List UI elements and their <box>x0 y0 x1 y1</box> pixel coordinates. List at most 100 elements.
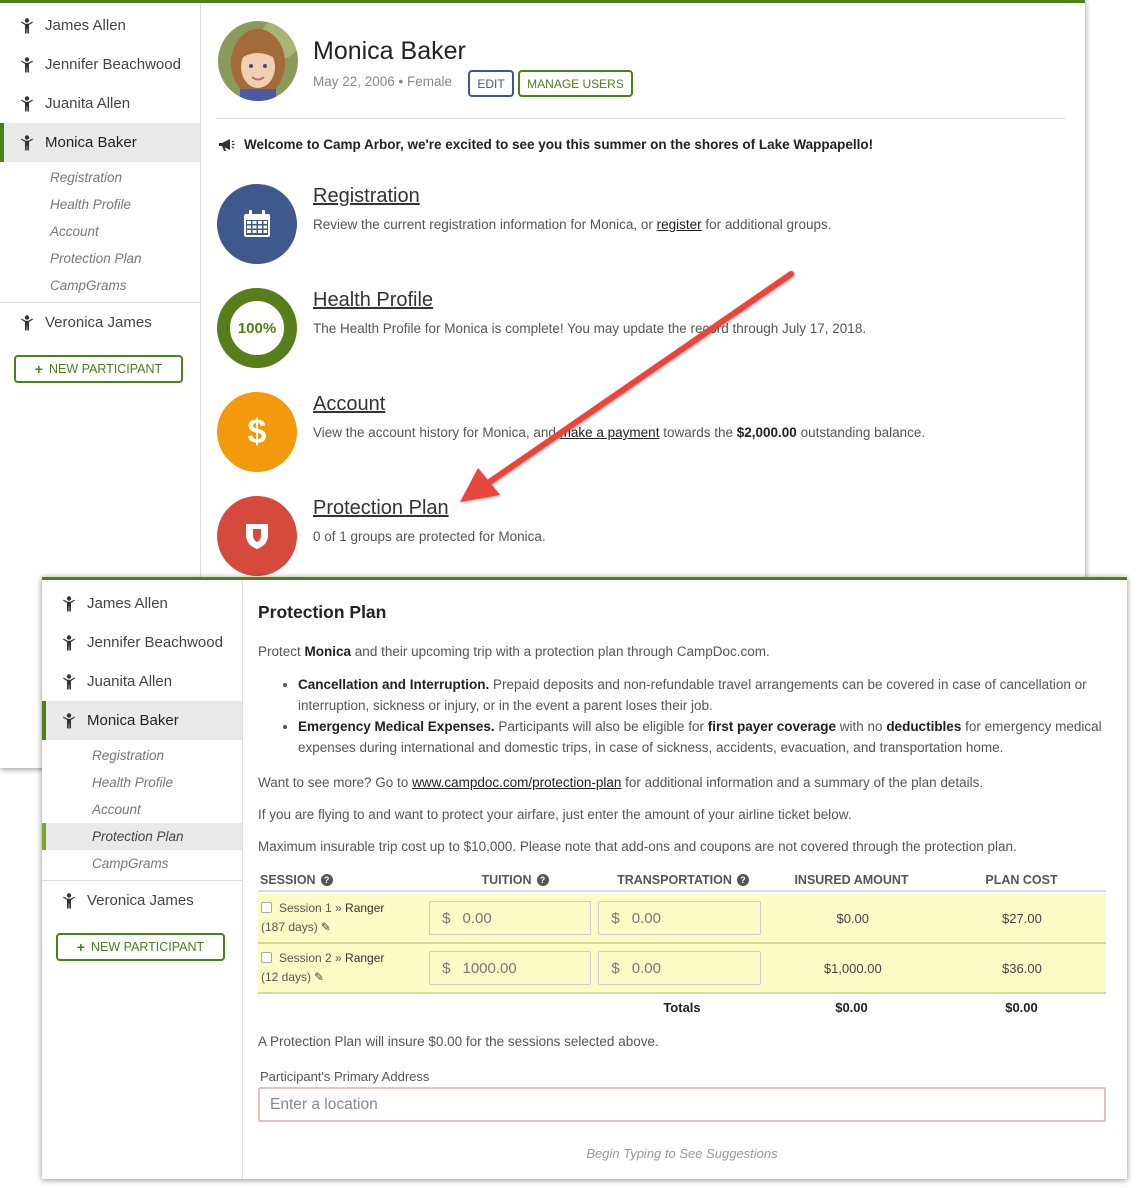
sub-nav-account[interactable]: Account <box>0 218 200 245</box>
person-icon <box>21 17 33 33</box>
flying-text: If you are flying to and want to protect… <box>258 807 852 822</box>
participant-name: Veronica James <box>87 892 194 909</box>
person-icon <box>63 634 75 650</box>
sessions-table: SESSION? TUITION? TRANSPORTATION? INSURE… <box>258 870 1106 1020</box>
sidebar-participant-jennifer-beachwood[interactable]: Jennifer Beachwood <box>42 623 242 662</box>
page-title: Protection Plan <box>258 602 387 622</box>
suggestion-hint: Begin Typing to See Suggestions <box>586 1146 778 1161</box>
sub-nav-protection-plan[interactable]: Protection Plan <box>0 245 200 272</box>
plus-icon: + <box>34 361 43 377</box>
tuition-field[interactable] <box>462 909 573 927</box>
plan-cost: $27.00 <box>1002 910 1042 926</box>
person-icon <box>63 673 75 689</box>
sidebar-participant-juanita-allen[interactable]: Juanita Allen <box>0 84 200 123</box>
participant-sidebar: James Allen Jennifer Beachwood Juanita A… <box>42 580 243 1179</box>
person-icon <box>21 95 33 111</box>
sub-nav-campgrams[interactable]: CampGrams <box>42 850 242 877</box>
participant-meta: May 22, 2006 • Female <box>313 74 453 89</box>
participant-name: Monica Baker <box>45 134 137 151</box>
avatar <box>218 21 298 101</box>
transportation-input[interactable]: $ <box>598 951 761 985</box>
person-icon <box>63 892 75 908</box>
person-icon <box>21 56 33 72</box>
table-row: Session 1 » Ranger (187 days)✎ $ $ $0.00… <box>258 894 1106 944</box>
help-icon[interactable]: ? <box>320 874 333 886</box>
account-link[interactable]: Account <box>313 393 385 416</box>
participant-title: Monica Baker <box>313 37 466 65</box>
sidebar-participant-veronica-james[interactable]: Veronica James <box>42 881 242 920</box>
tuition-input[interactable]: $ <box>429 901 592 935</box>
sidebar-participant-james-allen[interactable]: James Allen <box>0 6 200 45</box>
person-icon <box>63 595 75 611</box>
table-row: Session 2 » Ranger (12 days)✎ $ $ $1,000… <box>258 944 1106 994</box>
col-insured-amount: INSURED AMOUNT <box>794 873 909 887</box>
account-badge[interactable]: $ <box>217 392 297 472</box>
register-link[interactable]: register <box>657 217 702 232</box>
sub-nav-account[interactable]: Account <box>42 796 242 823</box>
sidebar-participant-monica-baker[interactable]: Monica Baker <box>42 701 242 740</box>
totals-label: Totals <box>663 999 701 1015</box>
participant-name: Veronica James <box>45 314 152 331</box>
shield-icon <box>246 524 268 549</box>
participant-name: Juanita Allen <box>87 673 173 690</box>
registration-description: Review the current registration informat… <box>313 217 832 232</box>
transportation-field[interactable] <box>631 959 742 977</box>
registration-badge[interactable] <box>217 184 297 264</box>
table-header: SESSION? TUITION? TRANSPORTATION? INSURE… <box>258 870 1106 892</box>
sub-nav-registration[interactable]: Registration <box>0 164 200 191</box>
dollar-icon: $ <box>247 412 267 451</box>
session-checkbox[interactable] <box>261 902 272 913</box>
plan-benefits-list: Cancellation and Interruption. Prepaid d… <box>258 674 1108 758</box>
protection-plan-link[interactable]: Protection Plan <box>313 497 449 520</box>
health-profile-progress[interactable]: 100% <box>217 288 297 368</box>
health-profile-description: The Health Profile for Monica is complet… <box>313 321 867 336</box>
protection-plan-badge[interactable] <box>217 496 297 576</box>
welcome-message: Welcome to Camp Arbor, we're excited to … <box>218 137 873 152</box>
sidebar-participant-james-allen[interactable]: James Allen <box>42 584 242 623</box>
new-participant-button[interactable]: + NEW PARTICIPANT <box>14 355 183 383</box>
tuition-field[interactable] <box>462 959 573 977</box>
participant-name: Monica Baker <box>87 712 179 729</box>
divider <box>217 118 1065 119</box>
session-checkbox[interactable] <box>261 952 272 963</box>
registration-link[interactable]: Registration <box>313 185 420 208</box>
session-cell: Session 1 » Ranger (187 days) ✎ <box>258 899 429 937</box>
sub-nav-health-profile[interactable]: Health Profile <box>42 769 242 796</box>
plan-cost: $36.00 <box>1002 960 1042 976</box>
sub-nav-campgrams[interactable]: CampGrams <box>0 272 200 299</box>
sidebar-participant-monica-baker[interactable]: Monica Baker <box>0 123 200 162</box>
help-icon[interactable]: ? <box>736 874 749 886</box>
sub-nav-registration[interactable]: Registration <box>42 742 242 769</box>
protection-plan-content: Protection Plan Protect Monica and their… <box>258 580 1127 1179</box>
sidebar-participant-juanita-allen[interactable]: Juanita Allen <box>42 662 242 701</box>
participant-sub-nav: Registration Health Profile Account Prot… <box>0 162 200 303</box>
help-icon[interactable]: ? <box>536 874 549 886</box>
edit-button[interactable]: EDIT <box>468 70 514 97</box>
benefit-medical: Emergency Medical Expenses. Participants… <box>298 716 1108 758</box>
pencil-icon[interactable]: ✎ <box>321 918 331 937</box>
megaphone-icon <box>219 138 235 151</box>
sidebar-participant-veronica-james[interactable]: Veronica James <box>0 303 200 342</box>
health-profile-link[interactable]: Health Profile <box>313 289 433 312</box>
sub-nav-health-profile[interactable]: Health Profile <box>0 191 200 218</box>
maximum-text: Maximum insurable trip cost up to $10,00… <box>258 839 1017 854</box>
campdoc-protection-link[interactable]: www.campdoc.com/protection-plan <box>412 775 621 790</box>
tuition-input[interactable]: $ <box>429 951 592 985</box>
account-description: View the account history for Monica, and… <box>313 425 926 440</box>
sub-nav-protection-plan[interactable]: Protection Plan <box>42 823 242 850</box>
total-insured: $0.00 <box>835 999 868 1015</box>
benefit-cancellation: Cancellation and Interruption. Prepaid d… <box>298 674 1108 716</box>
person-icon <box>21 314 33 330</box>
new-participant-button[interactable]: + NEW PARTICIPANT <box>56 933 225 961</box>
pencil-icon[interactable]: ✎ <box>314 968 324 987</box>
address-input[interactable] <box>258 1087 1106 1122</box>
make-payment-link[interactable]: make a payment <box>560 425 660 440</box>
transportation-input[interactable]: $ <box>598 901 761 935</box>
manage-users-button[interactable]: MANAGE USERS <box>518 70 633 97</box>
participant-name: James Allen <box>87 595 168 612</box>
more-info-text: Want to see more? Go to www.campdoc.com/… <box>258 775 984 790</box>
transportation-field[interactable] <box>631 909 742 927</box>
calendar-icon <box>244 210 270 237</box>
sidebar-participant-jennifer-beachwood[interactable]: Jennifer Beachwood <box>0 45 200 84</box>
plus-icon: + <box>76 939 85 955</box>
